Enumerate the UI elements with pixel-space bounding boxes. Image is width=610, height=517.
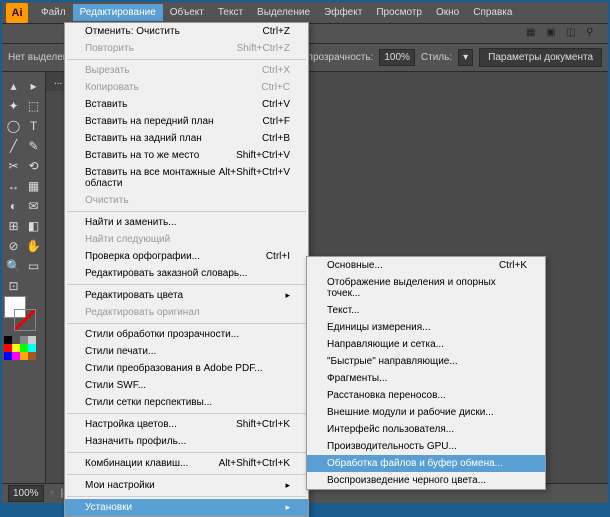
app-logo: Ai [6, 3, 28, 23]
style-label: Стиль: [421, 52, 452, 63]
menu-item[interactable]: Текст... [307, 302, 545, 319]
menu-item[interactable]: Стили обработки прозрачности... [65, 326, 308, 343]
edit-menu-dropdown: Отменить: ОчиститьCtrl+ZПовторитьShift+C… [64, 22, 309, 517]
tool-17[interactable]: ✋ [24, 236, 43, 255]
menu-item[interactable]: Направляющие и сетка... [307, 336, 545, 353]
menu-item[interactable]: Мои настройки▸ [65, 477, 308, 494]
tool-18[interactable]: 🔍 [4, 256, 23, 275]
menu-item[interactable]: Основные...Ctrl+K [307, 257, 545, 274]
menu-item[interactable]: Вставить на то же местоShift+Ctrl+V [65, 147, 308, 164]
menu-item[interactable]: Отменить: ОчиститьCtrl+Z [65, 23, 308, 40]
tool-10[interactable]: ↔ [4, 176, 23, 195]
menu-редактирование[interactable]: Редактирование [73, 4, 163, 21]
tool-1[interactable]: ▸ [24, 76, 43, 95]
menu-item[interactable]: Установки▸ [65, 499, 308, 516]
menu-item[interactable]: Интерфейс пользователя... [307, 421, 545, 438]
menu-item[interactable]: Найти и заменить... [65, 214, 308, 231]
menu-item[interactable]: Редактировать заказной словарь... [65, 265, 308, 282]
menu-item[interactable]: ВставитьCtrl+V [65, 96, 308, 113]
preferences-submenu: Основные...Ctrl+KОтображение выделения и… [306, 256, 546, 490]
menu-item[interactable]: Отображение выделения и опорных точек... [307, 274, 545, 302]
menu-item[interactable]: Вставить на все монтажные областиAlt+Shi… [65, 164, 308, 192]
tool-3[interactable]: ⬚ [24, 96, 43, 115]
menu-item[interactable]: Вставить на передний планCtrl+F [65, 113, 308, 130]
tool-19[interactable]: ▭ [24, 256, 43, 275]
menu-item[interactable]: Воспроизведение черного цвета... [307, 472, 545, 489]
layout-icon[interactable]: ▦ [526, 27, 540, 41]
menu-item[interactable]: Комбинации клавиш...Alt+Shift+Ctrl+K [65, 455, 308, 472]
tool-11[interactable]: ▦ [24, 176, 43, 195]
menu-item[interactable]: Единицы измерения... [307, 319, 545, 336]
menu-item[interactable]: Производительность GPU... [307, 438, 545, 455]
tool-14[interactable]: ⊞ [4, 216, 23, 235]
menu-item[interactable]: Внешние модули и рабочие диски... [307, 404, 545, 421]
menubar: Ai ФайлРедактированиеОбъектТекстВыделени… [2, 2, 608, 24]
menu-item: Редактировать оригинал [65, 304, 308, 321]
menu-item[interactable]: Стили печати... [65, 343, 308, 360]
menu-выделение[interactable]: Выделение [250, 4, 317, 21]
menu-item[interactable]: Фрагменты... [307, 370, 545, 387]
tool-4[interactable]: ◯ [4, 116, 23, 135]
tool-15[interactable]: ◧ [24, 216, 43, 235]
menu-item[interactable]: Стили SWF... [65, 377, 308, 394]
tool-16[interactable]: ⊘ [4, 236, 23, 255]
tool-7[interactable]: ✎ [24, 136, 43, 155]
menu-окно[interactable]: Окно [429, 4, 466, 21]
menu-item[interactable]: Вставить на задний планCtrl+B [65, 130, 308, 147]
style-value[interactable]: ▾ [458, 49, 473, 66]
menu-item: КопироватьCtrl+C [65, 79, 308, 96]
search-icon[interactable]: ⚲ [586, 27, 600, 41]
bridge-icon[interactable]: ▣ [546, 27, 560, 41]
menu-просмотр[interactable]: Просмотр [369, 4, 429, 21]
menu-текст[interactable]: Текст [211, 4, 250, 21]
menu-файл[interactable]: Файл [34, 4, 73, 21]
tool-9[interactable]: ⟲ [24, 156, 43, 175]
arrange-icon[interactable]: ◫ [566, 27, 580, 41]
color-palette[interactable] [4, 336, 40, 360]
menu-item: Очистить [65, 192, 308, 209]
doc-params-button[interactable]: Параметры документа [479, 48, 602, 67]
menu-item[interactable]: Назначить профиль... [65, 433, 308, 450]
menu-item[interactable]: Стили сетки перспективы... [65, 394, 308, 411]
menu-справка[interactable]: Справка [466, 4, 519, 21]
menu-item[interactable]: Обработка файлов и буфер обмена... [307, 455, 545, 472]
menu-объект[interactable]: Объект [163, 4, 211, 21]
menu-item: Найти следующий [65, 231, 308, 248]
tool-5[interactable]: T [24, 116, 43, 135]
menu-item[interactable]: Расстановка переносов... [307, 387, 545, 404]
tool-0[interactable]: ▴ [4, 76, 23, 95]
menu-item[interactable]: Стили преобразования в Adobe PDF... [65, 360, 308, 377]
opacity-value[interactable]: 100% [379, 49, 415, 66]
menu-item[interactable]: Проверка орфографии...Ctrl+I [65, 248, 308, 265]
tool-20[interactable]: ⊡ [4, 276, 23, 295]
menu-item[interactable]: Настройка цветов...Shift+Ctrl+K [65, 416, 308, 433]
tab-title: ... [54, 76, 62, 87]
tools-panel: ▴▸✦⬚◯T╱✎✂⟲↔▦◐✉⊞◧⊘✋🔍▭⊡ [2, 72, 46, 483]
tool-12[interactable]: ◐ [4, 196, 23, 215]
tool-2[interactable]: ✦ [4, 96, 23, 115]
stroke-swatch[interactable] [14, 309, 36, 331]
menu-item: ВырезатьCtrl+X [65, 62, 308, 79]
menu-item[interactable]: "Быстрые" направляющие... [307, 353, 545, 370]
menu-эффект[interactable]: Эффект [317, 4, 369, 21]
tool-6[interactable]: ╱ [4, 136, 23, 155]
zoom-value[interactable]: 100% [8, 485, 44, 502]
menu-item[interactable]: Редактировать цвета▸ [65, 287, 308, 304]
tool-13[interactable]: ✉ [24, 196, 43, 215]
menu-item: ПовторитьShift+Ctrl+Z [65, 40, 308, 57]
tool-8[interactable]: ✂ [4, 156, 23, 175]
